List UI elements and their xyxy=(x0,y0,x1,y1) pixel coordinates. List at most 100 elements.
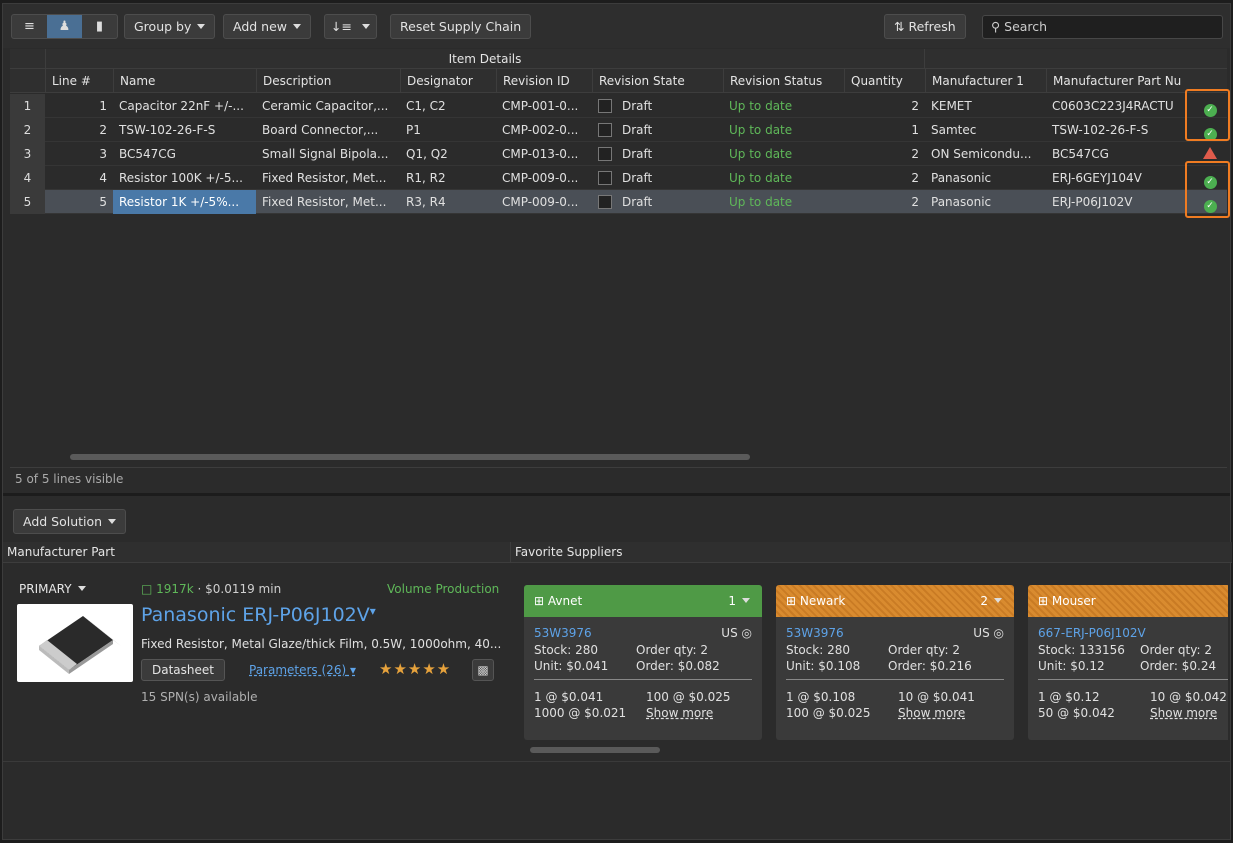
bom-grid: Item Details Line # Name Description Des… xyxy=(10,49,1227,464)
sort-icon: ↓≡ xyxy=(331,19,352,34)
pin-icon: ⊞ xyxy=(534,594,548,608)
refresh-label: Refresh xyxy=(908,19,956,34)
chevron-down-icon: ▾ xyxy=(369,604,376,618)
sort-dropdown[interactable]: ↓≡ xyxy=(324,14,377,39)
add-solution-dropdown[interactable]: Add Solution xyxy=(13,509,127,534)
supplier-card[interactable]: ⊞ Newark 2 53W3976 US ◎ Stock: 280 Unit: $0.1… xyxy=(776,585,1014,740)
cell-name: Capacitor 22nF +/-... xyxy=(119,99,244,113)
view-mode-group: ≡ ♟ ▮ xyxy=(11,14,118,39)
table-row[interactable]: 3 3 BC547CG Small Signal Bipola... Q1, Q2 CMP… xyxy=(10,142,1227,166)
col-manufacturer[interactable]: Manufacturer 1 xyxy=(925,69,1046,93)
add-new-label: Add new xyxy=(233,19,288,34)
group-header: Item Details xyxy=(10,49,1227,69)
supplier-card-header[interactable]: ⊞ Avnet 1 xyxy=(524,585,762,617)
manufacturer-part-header: Manufacturer Part xyxy=(3,542,510,563)
refresh-button[interactable]: ⇅ Refresh xyxy=(884,14,966,39)
list-view-icon[interactable]: ≡ xyxy=(12,15,47,38)
tree-view-icon[interactable]: ♟ xyxy=(47,15,82,38)
part-image xyxy=(17,604,133,682)
cell-name: Resistor 100K +/-5... xyxy=(119,171,243,185)
cell-quantity: 2 xyxy=(911,171,919,185)
supplier-sku[interactable]: 53W3976 xyxy=(534,626,592,640)
col-revision-status[interactable]: Revision Status xyxy=(723,69,844,93)
add-new-dropdown[interactable]: Add new xyxy=(223,14,312,39)
cell-quantity: 2 xyxy=(911,99,919,113)
state-label: Draft xyxy=(622,123,653,137)
state-checkbox[interactable] xyxy=(598,123,612,137)
chevron-down-icon xyxy=(77,586,86,591)
table-row[interactable]: 1 1 Capacitor 22nF +/-... Ceramic Capacitor… xyxy=(10,94,1227,118)
cell-revision-status: Up to date xyxy=(729,123,793,137)
parameters-link[interactable]: Parameters (26) ▾ xyxy=(249,663,356,677)
scroll-thumb[interactable] xyxy=(530,747,660,753)
supplier-card-header[interactable]: ⊞ Mouser xyxy=(1028,585,1228,617)
price-break: 100 @ $0.025 xyxy=(646,690,731,704)
price-break: 50 @ $0.042 xyxy=(1038,706,1115,720)
col-mpn[interactable]: Manufacturer Part Nur xyxy=(1046,69,1182,93)
search-input[interactable]: ⚲ Search xyxy=(982,15,1223,39)
highlight-box xyxy=(1185,89,1230,141)
rating-stars[interactable]: ★★★★★ xyxy=(379,660,451,678)
col-designator[interactable]: Designator xyxy=(400,69,496,93)
part-title-dropdown[interactable]: Panasonic ERJ-P06J102V▾ xyxy=(141,604,376,626)
group-by-dropdown[interactable]: Group by xyxy=(124,14,216,39)
search-placeholder: Search xyxy=(1004,19,1048,34)
datasheet-button[interactable]: Datasheet xyxy=(141,659,225,681)
state-checkbox[interactable] xyxy=(598,171,612,185)
col-revision-id[interactable]: Revision ID xyxy=(496,69,592,93)
show-more-link[interactable]: Show more xyxy=(898,706,965,720)
table-row[interactable]: 5 5 Resistor 1K +/-5%... Fixed Resistor, Me… xyxy=(10,190,1227,214)
cell-line: 1 xyxy=(99,99,107,113)
col-revision-state[interactable]: Revision State xyxy=(592,69,723,93)
cell-description: Fixed Resistor, Met... xyxy=(262,171,387,185)
state-checkbox[interactable] xyxy=(598,195,612,209)
price-break: 1 @ $0.108 xyxy=(786,690,856,704)
part-description: Fixed Resistor, Metal Glaze/thick Film, … xyxy=(141,637,502,651)
scroll-thumb[interactable] xyxy=(70,454,750,460)
rank-dropdown[interactable]: 2 xyxy=(980,585,1002,617)
reset-supply-chain-button[interactable]: Reset Supply Chain xyxy=(390,14,532,39)
bom-window: ≡ ♟ ▮ Group by Add new ↓≡ Reset Supply C… xyxy=(2,3,1232,840)
state-checkbox[interactable] xyxy=(598,147,612,161)
supplier-sku[interactable]: 667-ERJ-P06J102V xyxy=(1038,626,1146,640)
cell-revision-id: CMP-009-0... xyxy=(502,171,579,185)
table-row[interactable]: 2 2 TSW-102-26-F-S Board Connector,... P1 CMP… xyxy=(10,118,1227,142)
suppliers-horizontal-scrollbar[interactable] xyxy=(520,746,1220,754)
table-row[interactable]: 4 4 Resistor 100K +/-5... Fixed Resistor, M… xyxy=(10,166,1227,190)
order-price: Order: $0.24 xyxy=(1140,659,1217,673)
cell-idx: 3 xyxy=(10,142,45,166)
rank-value: 2 xyxy=(980,594,988,608)
state-checkbox[interactable] xyxy=(598,99,612,113)
chart-view-icon[interactable]: ▮ xyxy=(82,15,117,38)
price-break: 10 @ $0.041 xyxy=(898,690,975,704)
stock-separator: · xyxy=(193,582,206,596)
primary-dropdown[interactable]: PRIMARY xyxy=(19,582,86,596)
cell-idx: 4 xyxy=(10,166,45,190)
supplier-stock: Stock: 280 xyxy=(534,643,598,657)
column-header-row: Line # Name Description Designator Revis… xyxy=(10,69,1227,93)
supplier-card-header[interactable]: ⊞ Newark 2 xyxy=(776,585,1014,617)
pin-icon: ⊞ xyxy=(1038,594,1052,608)
order-qty: Order qty: 2 xyxy=(1140,643,1212,657)
show-more-link[interactable]: Show more xyxy=(1150,706,1217,720)
supplier-card[interactable]: ⊞ Mouser667-ERJ-P06J102VU! ◎Stock: 13315… xyxy=(1028,585,1228,740)
refresh-icon: ⇅ xyxy=(894,19,909,34)
supplier-card[interactable]: ⊞ Avnet 1 53W3976 US ◎ Stock: 280 Unit: $0.04… xyxy=(524,585,762,740)
grid-horizontal-scrollbar[interactable] xyxy=(58,453,1218,461)
col-name[interactable]: Name xyxy=(113,69,256,93)
col-line[interactable]: Line # xyxy=(45,69,113,93)
pane-splitter[interactable] xyxy=(3,493,1230,496)
cell-manufacturer: ON Semicondu... xyxy=(931,147,1032,161)
pane-bottom-divider xyxy=(3,761,1230,762)
parameters-label: Parameters (26) xyxy=(249,663,347,677)
cell-line: 3 xyxy=(99,147,107,161)
cell-idx: 5 xyxy=(10,190,45,214)
cell-revision-id: CMP-009-0... xyxy=(502,195,579,209)
trash-icon[interactable]: ▩ xyxy=(472,659,494,681)
supplier-card-body: 667-ERJ-P06J102VU! ◎Stock: 133156Unit: $… xyxy=(1028,617,1228,720)
col-description[interactable]: Description xyxy=(256,69,400,93)
supplier-sku[interactable]: 53W3976 xyxy=(786,626,844,640)
rank-dropdown[interactable]: 1 xyxy=(728,585,750,617)
col-quantity[interactable]: Quantity xyxy=(844,69,925,93)
show-more-link[interactable]: Show more xyxy=(646,706,713,720)
